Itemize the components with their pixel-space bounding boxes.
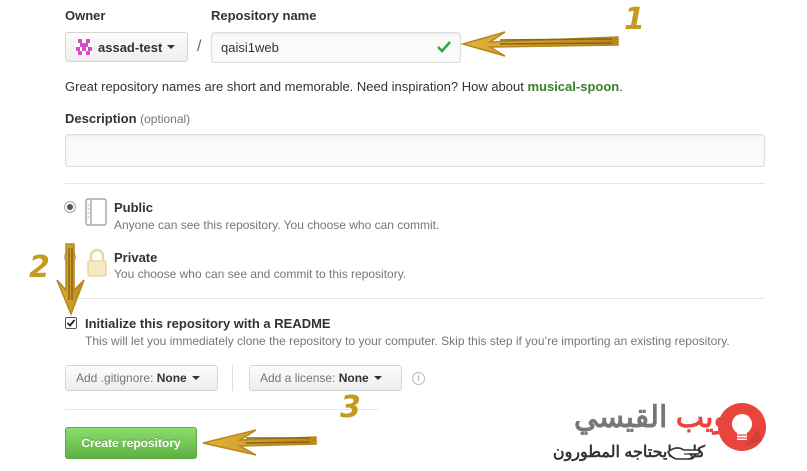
divider [65, 183, 765, 184]
gitignore-dropdown[interactable]: Add .gitignore: None [65, 365, 218, 391]
gitignore-value: None [156, 371, 187, 385]
check-icon [437, 40, 451, 57]
chevron-down-icon [373, 376, 382, 380]
pointing-hand-icon [666, 441, 702, 466]
readme-checkbox[interactable] [65, 317, 77, 329]
readme-title: Initialize this repository with a README [85, 316, 331, 331]
repo-name-value: qaisi1web [221, 40, 279, 55]
private-radio[interactable] [64, 251, 76, 263]
description-label-text: Description [65, 111, 137, 126]
license-value: None [338, 371, 369, 385]
public-radio[interactable] [64, 201, 76, 213]
suggestion-link[interactable]: musical-spoon [527, 79, 619, 94]
readme-desc: This will let you immediately clone the … [85, 334, 730, 348]
annotation-number-1: 1 [624, 2, 645, 37]
public-title: Public [114, 200, 154, 215]
arrow-1 [460, 31, 619, 57]
repo-name-label: Repository name [211, 8, 317, 23]
description-label: Description (optional) [65, 111, 190, 126]
license-label: Add a license: [260, 371, 336, 385]
private-desc: You choose who can see and commit to thi… [114, 267, 407, 281]
divider [65, 409, 378, 410]
lock-icon [86, 248, 108, 281]
owner-label: Owner [65, 8, 106, 23]
private-title: Private [114, 250, 158, 265]
annotation-number-3: 3 [340, 390, 361, 425]
owner-avatar [76, 39, 92, 55]
path-separator: / [197, 38, 202, 55]
book-icon [84, 197, 108, 230]
watermark-tagline: كل مايحتاجه المطورون [552, 444, 705, 461]
gitignore-label: Add .gitignore: [76, 371, 154, 385]
owner-name: assad-test [98, 39, 163, 55]
owner-dropdown[interactable]: assad-test [65, 32, 188, 62]
description-input[interactable] [65, 134, 765, 167]
hint-end: . [619, 79, 623, 94]
license-dropdown[interactable]: Add a license: None [249, 365, 402, 391]
chevron-down-icon [167, 45, 176, 49]
annotation-number-2: 2 [29, 250, 50, 285]
chevron-down-icon [191, 376, 200, 380]
optional-tag: (optional) [140, 112, 191, 126]
hint-text: Great repository names are short and mem… [65, 79, 528, 94]
watermark-brand-part1: القيسي [573, 401, 668, 434]
public-desc: Anyone can see this repository. You choo… [114, 218, 440, 232]
create-repository-button[interactable]: Create repository [65, 427, 197, 459]
repo-name-hint: Great repository names are short and mem… [65, 79, 623, 94]
info-icon[interactable]: i [412, 372, 425, 385]
repo-name-input[interactable]: qaisi1web [211, 32, 461, 63]
divider [65, 298, 765, 299]
divider [232, 365, 233, 391]
watermark-brand: ويب القيسي [428, 400, 728, 435]
arrow-3 [202, 429, 317, 456]
lightbulb-logo-icon [718, 403, 766, 451]
